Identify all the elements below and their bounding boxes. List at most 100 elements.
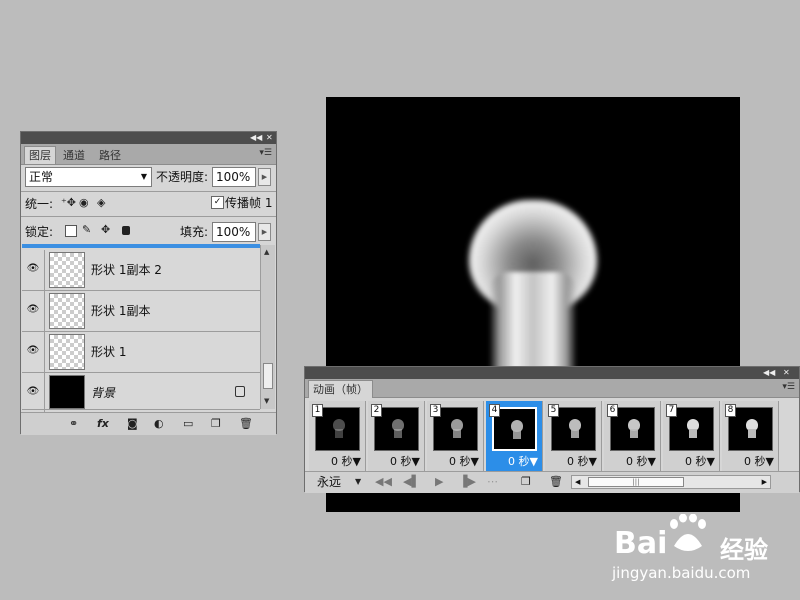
animation-frame[interactable]: 2 0 秒▼	[368, 401, 425, 471]
animation-frame[interactable]: 7 0 秒▼	[663, 401, 720, 471]
blend-mode-value: 正常	[29, 170, 54, 184]
next-frame-icon[interactable]: ▐▶	[459, 476, 476, 488]
link-icon[interactable]: ⚭	[69, 418, 78, 430]
scroll-down-icon[interactable]: ▼	[264, 397, 269, 405]
blend-mode-select[interactable]: 正常 ▼	[25, 167, 152, 187]
unify-visibility-icon[interactable]: ◉	[79, 197, 89, 209]
watermark-url: jingyan.baidu.com	[612, 564, 751, 582]
frame-delay[interactable]: 0 秒▼	[309, 455, 365, 469]
watermark-brand-cn: 经验	[720, 536, 768, 564]
frames-scrollbar[interactable]: ◀ ||| ▶	[571, 475, 771, 489]
loop-select[interactable]: 永远	[317, 475, 341, 489]
lock-label: 锁定:	[25, 225, 54, 239]
chevron-down-icon[interactable]: ▼	[355, 476, 361, 488]
layer-name: 形状 1	[91, 345, 127, 359]
frame-number: 4	[489, 404, 500, 417]
tween-icon[interactable]: ⋯	[487, 476, 498, 488]
tab-channels[interactable]: 通道	[59, 147, 89, 164]
opacity-input[interactable]: 100%	[212, 167, 256, 187]
animation-frame[interactable]: 6 0 秒▼	[604, 401, 661, 471]
play-icon[interactable]: ▶	[435, 476, 443, 488]
tab-layers[interactable]: 图层	[24, 146, 56, 164]
layer-thumbnail	[49, 252, 85, 288]
layer-name: 背景	[91, 386, 116, 400]
eye-icon[interactable]: 👁	[25, 345, 41, 357]
eye-icon[interactable]: 👁	[25, 386, 41, 398]
scroll-right-icon[interactable]: ▶	[762, 478, 767, 486]
frame-delay[interactable]: 0 秒▼	[368, 455, 424, 469]
fill-input[interactable]: 100%	[212, 222, 256, 242]
first-frame-icon[interactable]: ◀◀	[375, 476, 392, 488]
fill-label: 填充:	[180, 225, 209, 239]
unify-style-icon[interactable]: ◈	[97, 197, 105, 209]
mask-icon[interactable]: ◙	[127, 418, 138, 430]
chevron-down-icon: ▼	[140, 172, 147, 181]
close-icon[interactable]: ✕	[266, 132, 273, 144]
group-icon[interactable]: ▭	[183, 418, 193, 430]
layer-row[interactable]: 👁 形状 1副本 2	[22, 250, 260, 291]
adjustment-icon[interactable]: ◐	[154, 418, 164, 430]
divider	[21, 216, 276, 217]
tab-paths[interactable]: 路径	[95, 147, 125, 164]
panel-menu-icon[interactable]: ▾☰	[259, 148, 272, 158]
frame-number: 6	[607, 404, 618, 417]
frame-number: 8	[725, 404, 736, 417]
layer-thumbnail	[49, 293, 85, 329]
opacity-slider-button[interactable]: ▶	[258, 168, 271, 186]
frame-delay[interactable]: 0 秒▼	[486, 455, 542, 469]
selected-layer-edge	[22, 244, 260, 248]
divider	[44, 291, 45, 331]
animation-frame[interactable]: 3 0 秒▼	[427, 401, 484, 471]
duplicate-frame-icon[interactable]: ❐	[521, 476, 531, 488]
layer-row[interactable]: 👁 形状 1	[22, 332, 260, 373]
propagate-checkbox[interactable]: ✓	[211, 196, 224, 209]
animation-panel: ◀◀ ✕ 动画（帧） ▾☰ 1 0 秒▼ 2 0 秒▼ 3 0 秒▼ 4 0 秒…	[304, 366, 800, 493]
new-layer-icon[interactable]: ❐	[211, 418, 221, 430]
delete-icon[interactable]: 🗑	[239, 418, 253, 430]
frame-number: 2	[371, 404, 382, 417]
panel-menu-icon[interactable]: ▾☰	[782, 382, 795, 392]
frame-number: 5	[548, 404, 559, 417]
scroll-thumb[interactable]: |||	[588, 477, 684, 487]
lock-transparency-icon[interactable]	[65, 225, 77, 237]
layers-panel-tabs: 图层 通道 路径 ▾☰	[21, 144, 276, 165]
eye-icon[interactable]: 👁	[25, 304, 41, 316]
lock-move-icon[interactable]: ✥	[101, 224, 110, 236]
frame-delay[interactable]: 0 秒▼	[722, 455, 778, 469]
lock-all-icon[interactable]	[122, 226, 130, 235]
frame-delay[interactable]: 0 秒▼	[604, 455, 660, 469]
animation-frame[interactable]: 5 0 秒▼	[545, 401, 602, 471]
scroll-thumb[interactable]	[263, 363, 273, 389]
layer-row[interactable]: 👁 形状 1副本	[22, 291, 260, 332]
eye-icon[interactable]: 👁	[25, 263, 41, 275]
layer-row-background[interactable]: 👁 背景	[22, 373, 260, 413]
frame-delay[interactable]: 0 秒▼	[545, 455, 601, 469]
baidu-jingyan-watermark: Bai 经验 jingyan.baidu.com	[602, 512, 798, 598]
frame-number: 7	[666, 404, 677, 417]
animation-frame-selected[interactable]: 4 0 秒▼	[486, 401, 543, 471]
animation-frame[interactable]: 1 0 秒▼	[309, 401, 366, 471]
animation-panel-tabs: 动画（帧） ▾☰	[305, 379, 799, 398]
scroll-up-icon[interactable]: ▲	[264, 248, 269, 256]
frame-delay[interactable]: 0 秒▼	[427, 455, 483, 469]
tab-animation-frames[interactable]: 动画（帧）	[308, 380, 373, 398]
collapse-icon[interactable]: ◀◀	[250, 132, 262, 144]
animation-toolbar: 永远 ▼ ◀◀ ◀▌ ▶ ▐▶ ⋯ ❐ 🗑 ◀ ||| ▶	[305, 471, 799, 493]
unify-position-icon[interactable]: ⁺✥	[61, 197, 76, 209]
animation-frame[interactable]: 8 0 秒▼	[722, 401, 779, 471]
fill-slider-button[interactable]: ▶	[258, 223, 271, 241]
divider	[44, 373, 45, 413]
frame-number: 1	[312, 404, 323, 417]
layers-scrollbar[interactable]: ▲ ▼	[260, 245, 275, 409]
close-icon[interactable]: ✕	[783, 367, 790, 379]
layer-thumbnail	[49, 375, 85, 409]
propagate-label: 传播帧 1	[225, 196, 273, 210]
lock-brush-icon[interactable]: ✎	[82, 224, 91, 236]
previous-frame-icon[interactable]: ◀▌	[403, 476, 420, 488]
collapse-icon[interactable]: ◀◀	[763, 367, 775, 379]
delete-frame-icon[interactable]: 🗑	[549, 476, 563, 488]
paw-logo-icon	[670, 514, 706, 551]
frame-delay[interactable]: 0 秒▼	[663, 455, 719, 469]
fx-icon[interactable]: fx	[97, 418, 109, 430]
scroll-left-icon[interactable]: ◀	[575, 478, 580, 486]
